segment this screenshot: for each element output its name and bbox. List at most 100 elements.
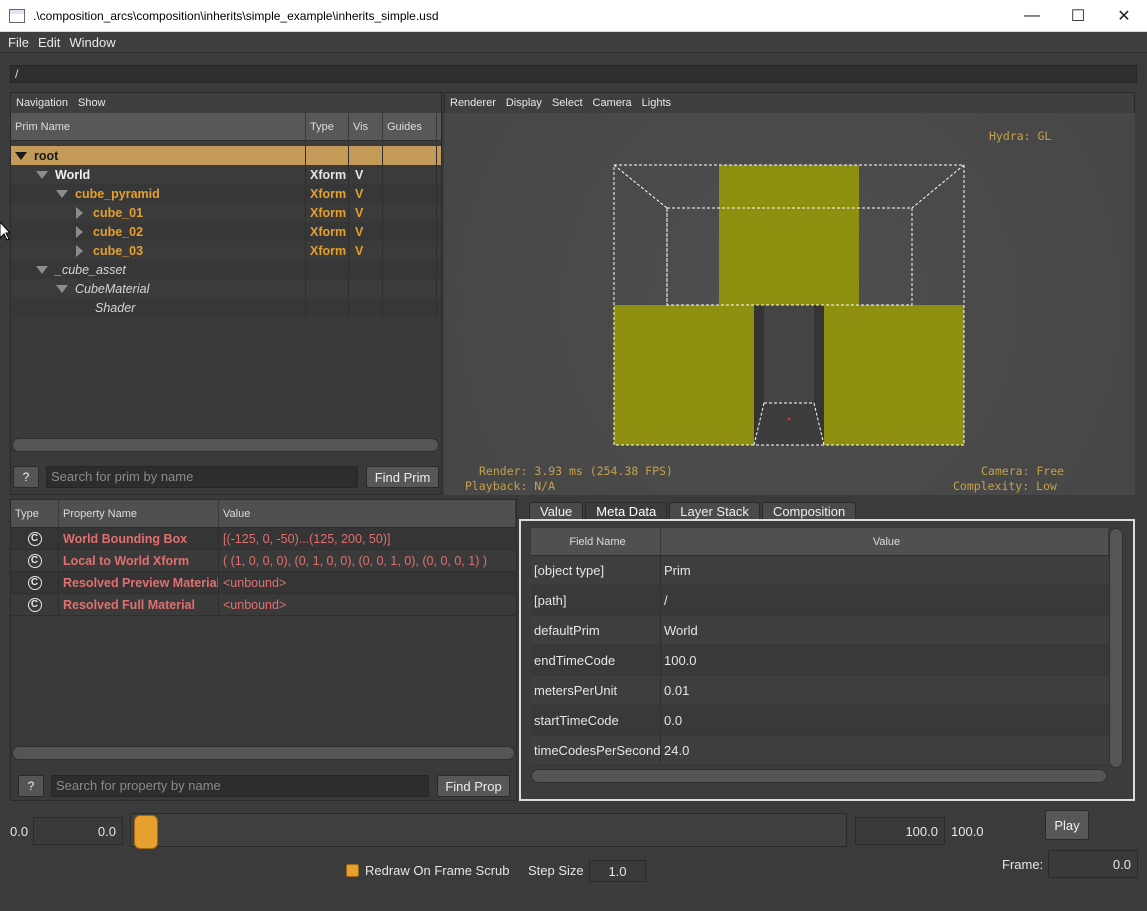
expand-caret-icon[interactable]	[15, 151, 27, 160]
metadata-row[interactable]: startTimeCode 0.0	[531, 706, 1109, 736]
expand-caret-icon[interactable]	[56, 189, 68, 198]
find-prim-button[interactable]: Find Prim	[366, 466, 439, 488]
metadata-row[interactable]: [object type] Prim	[531, 556, 1109, 586]
menu-lights[interactable]: Lights	[637, 97, 676, 109]
property-scrollbar[interactable]	[12, 746, 515, 760]
tree-row-cube-02[interactable]: cube_02 Xform V	[11, 222, 441, 241]
minimize-button[interactable]: —	[1009, 0, 1055, 32]
step-size-field[interactable]: 1.0	[589, 860, 646, 882]
prim-vis[interactable]	[349, 279, 383, 298]
close-button[interactable]: ✕	[1101, 0, 1147, 32]
property-help-button[interactable]: ?	[18, 775, 44, 797]
path-field[interactable]: /	[10, 65, 1137, 83]
column-prop-value[interactable]: Value	[219, 500, 516, 527]
tree-row-cube-material[interactable]: CubeMaterial	[11, 279, 441, 298]
3d-viewport[interactable]: Hydra: GL Render: 3.93 ms (254.38 FPS) P…	[444, 113, 1135, 495]
prim-search-input[interactable]: Search for prim by name	[46, 466, 358, 488]
prim-guides[interactable]	[383, 165, 437, 184]
frame-field[interactable]: 0.0	[1048, 850, 1138, 878]
prim-guides[interactable]	[383, 279, 437, 298]
prim-vis[interactable]: V	[349, 184, 383, 203]
metadata-row[interactable]: metersPerUnit 0.01	[531, 676, 1109, 706]
property-row[interactable]: C World Bounding Box [(-125, 0, -50)...(…	[11, 528, 516, 550]
prim-tree-scrollbar[interactable]	[12, 438, 439, 452]
expand-caret-icon[interactable]	[36, 170, 48, 179]
field-value: 0.0	[664, 713, 683, 728]
metadata-row[interactable]: defaultPrim World	[531, 616, 1109, 646]
prim-guides[interactable]	[383, 222, 437, 241]
prim-help-button[interactable]: ?	[13, 466, 39, 488]
field-name: [object type]	[531, 556, 661, 585]
property-value: ( (1, 0, 0, 0), (0, 1, 0, 0), (0, 0, 1, …	[223, 553, 487, 568]
frame-label: Frame:	[1002, 857, 1044, 872]
column-field-value[interactable]: Value	[661, 528, 1109, 555]
expand-caret-icon[interactable]	[36, 265, 48, 274]
tree-row-world[interactable]: World Xform V	[11, 165, 441, 184]
metadata-row[interactable]: timeCodesPerSecond 24.0	[531, 736, 1109, 766]
play-button[interactable]: Play	[1045, 810, 1089, 840]
tab-composition[interactable]: Composition	[761, 502, 857, 520]
start-time-field[interactable]: 0.0	[33, 817, 123, 845]
property-row[interactable]: C Local to World Xform ( (1, 0, 0, 0), (…	[11, 550, 516, 572]
property-row[interactable]: C Resolved Preview Material <unbound>	[11, 572, 516, 594]
metadata-row[interactable]: [path] /	[531, 586, 1109, 616]
tree-row-cube-pyramid[interactable]: cube_pyramid Xform V	[11, 184, 441, 203]
menu-window[interactable]: Window	[65, 35, 120, 50]
tree-row-cube-01[interactable]: cube_01 Xform V	[11, 203, 441, 222]
menu-file[interactable]: File	[0, 35, 34, 50]
prim-guides[interactable]	[383, 146, 437, 165]
redraw-checkbox[interactable]	[346, 864, 359, 877]
tree-row-root[interactable]: root	[11, 146, 441, 165]
tab-layer-stack[interactable]: Layer Stack	[669, 502, 760, 520]
column-guides[interactable]: Guides	[383, 113, 437, 140]
tab-meta-data[interactable]: Meta Data	[585, 502, 668, 520]
menu-renderer[interactable]: Renderer	[445, 97, 501, 109]
menu-show[interactable]: Show	[73, 97, 111, 109]
menu-edit[interactable]: Edit	[34, 35, 65, 50]
expand-caret-icon[interactable]	[76, 206, 83, 219]
prim-guides[interactable]	[383, 260, 437, 279]
column-type[interactable]: Type	[306, 113, 349, 140]
prim-vis[interactable]	[349, 298, 383, 317]
tree-row-cube-asset[interactable]: _cube_asset	[11, 260, 441, 279]
end-time-field[interactable]: 100.0	[855, 817, 945, 845]
prim-guides[interactable]	[383, 203, 437, 222]
prim-vis[interactable]: V	[349, 222, 383, 241]
prim-vis[interactable]	[349, 146, 383, 165]
expand-caret-icon[interactable]	[56, 284, 68, 293]
tree-row-cube-03[interactable]: cube_03 Xform V	[11, 241, 441, 260]
column-field-name[interactable]: Field Name	[531, 528, 661, 555]
property-name: Resolved Preview Material	[59, 572, 219, 593]
metadata-vertical-scrollbar[interactable]	[1109, 528, 1123, 768]
column-prop-type[interactable]: Type	[11, 500, 59, 527]
metadata-horizontal-scrollbar[interactable]	[531, 769, 1107, 783]
prim-guides[interactable]	[383, 298, 437, 317]
menu-navigation[interactable]: Navigation	[11, 97, 73, 109]
property-row[interactable]: C Resolved Full Material <unbound>	[11, 594, 516, 616]
prim-name: root	[34, 148, 59, 163]
prim-vis[interactable]: V	[349, 203, 383, 222]
menu-select[interactable]: Select	[547, 97, 588, 109]
menu-display[interactable]: Display	[501, 97, 547, 109]
menu-camera[interactable]: Camera	[588, 97, 637, 109]
field-name: startTimeCode	[531, 706, 661, 735]
prim-guides[interactable]	[383, 184, 437, 203]
prim-guides[interactable]	[383, 241, 437, 260]
expand-caret-icon[interactable]	[76, 225, 83, 238]
metadata-row[interactable]: endTimeCode 100.0	[531, 646, 1109, 676]
column-prim-name[interactable]: Prim Name	[11, 113, 306, 140]
expand-caret-icon[interactable]	[76, 244, 83, 257]
find-prop-button[interactable]: Find Prop	[437, 775, 510, 797]
tab-value[interactable]: Value	[529, 502, 584, 520]
tree-row-shader[interactable]: Shader	[11, 298, 441, 317]
prim-vis[interactable]: V	[349, 241, 383, 260]
column-property-name[interactable]: Property Name	[59, 500, 219, 527]
frame-slider-handle[interactable]	[134, 815, 158, 849]
maximize-button[interactable]: ☐	[1055, 0, 1101, 32]
column-vis[interactable]: Vis	[349, 113, 383, 140]
hud-camera: Camera: Free	[981, 464, 1065, 478]
prim-vis[interactable]	[349, 260, 383, 279]
frame-slider[interactable]	[130, 813, 847, 847]
prim-vis[interactable]: V	[349, 165, 383, 184]
property-search-input[interactable]: Search for property by name	[51, 775, 429, 797]
